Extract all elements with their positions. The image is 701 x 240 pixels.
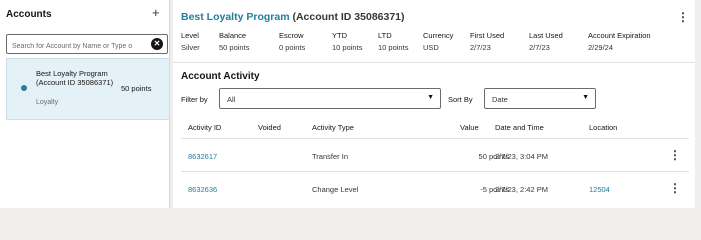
sort-by-value: Date — [492, 95, 508, 104]
activity-id-link[interactable]: 8632636 — [188, 185, 217, 194]
table-row: 8632617 Transfer In 50 points 2/7/23, 3:… — [181, 138, 689, 171]
column-header-location[interactable]: Location — [589, 123, 617, 132]
summary-label-ytd: YTD — [332, 31, 347, 40]
summary-label-currency: Currency — [423, 31, 454, 40]
filter-by-value: All — [227, 95, 236, 104]
kebab-menu-icon[interactable]: ⋮ — [677, 11, 689, 23]
summary-value-last-used: 2/7/23 — [529, 43, 550, 52]
date-time-cell: 2/7/23, 2:42 PM — [495, 185, 548, 194]
table-row: 8632636 Change Level -5 points 2/7/23, 2… — [181, 171, 689, 204]
account-search-input[interactable] — [7, 37, 145, 56]
plus-icon: + — [152, 5, 160, 20]
row-kebab-menu-icon[interactable]: ⋮ — [669, 182, 681, 194]
summary-value-ytd: 10 points — [332, 43, 363, 52]
account-item-type: Loyalty — [36, 99, 59, 106]
sort-by-select[interactable]: Date ▼ — [484, 88, 596, 109]
summary-value-level: Silver — [181, 43, 200, 52]
account-detail-title: Best Loyalty Program (Account ID 3508637… — [181, 11, 405, 23]
column-header-value[interactable]: Value — [460, 123, 479, 132]
account-activity-title: Account Activity — [181, 71, 260, 82]
add-account-button[interactable]: + — [152, 6, 160, 20]
chevron-down-icon: ▼ — [427, 94, 434, 101]
summary-label-first-used: First Used — [470, 31, 505, 40]
activity-type-cell: Change Level — [312, 185, 359, 194]
selected-indicator-dot — [21, 85, 27, 91]
row-kebab-menu-icon[interactable]: ⋮ — [669, 149, 681, 161]
summary-value-escrow: 0 points — [279, 43, 306, 52]
account-item-points: 50 points — [121, 84, 152, 93]
accounts-title: Accounts — [6, 9, 52, 20]
column-header-activity-type[interactable]: Activity Type — [312, 123, 354, 132]
summary-value-ltd: 10 points — [378, 43, 409, 52]
column-header-voided[interactable]: Voided — [258, 123, 281, 132]
activity-type-cell: Transfer In — [312, 152, 348, 161]
summary-value-first-used: 2/7/23 — [470, 43, 491, 52]
chevron-down-icon: ▼ — [582, 94, 589, 101]
activity-id-link[interactable]: 8632617 — [188, 152, 217, 161]
summary-label-balance: Balance — [219, 31, 247, 40]
location-link[interactable]: 12504 — [589, 185, 610, 194]
column-header-date-and-time[interactable]: Date and Time — [495, 123, 544, 132]
summary-label-last-used: Last Used — [529, 31, 563, 40]
summary-value-account-expiration: 2/29/24 — [588, 43, 614, 52]
account-item-name: Best Loyalty Program (Account ID 3508637… — [36, 69, 114, 87]
accounts-panel: Accounts + ✕ Best Loyalty Program (Accou… — [0, 0, 170, 208]
summary-value-balance: 50 points — [219, 43, 250, 52]
close-circle-icon[interactable]: ✕ — [151, 38, 163, 50]
summary-value-currency: USD — [423, 43, 439, 52]
filter-by-select[interactable]: All ▼ — [219, 88, 441, 109]
summary-label-escrow: Escrow — [279, 31, 304, 40]
summary-label-ltd: LTD — [378, 31, 392, 40]
account-search-field[interactable]: ✕ — [6, 34, 168, 56]
summary-label-level: Level — [181, 31, 199, 40]
account-id-label: (Account ID 35086371) — [292, 11, 405, 23]
filter-by-label: Filter by — [181, 95, 208, 104]
program-name: Best Loyalty Program — [181, 11, 290, 23]
column-header-activity-id[interactable]: Activity ID — [188, 123, 221, 132]
account-detail-panel: Best Loyalty Program (Account ID 3508637… — [173, 0, 695, 208]
section-divider — [173, 62, 695, 63]
summary-label-account-expiration: Account Expiration — [588, 31, 651, 40]
sort-by-label: Sort By — [448, 95, 473, 104]
account-list-item[interactable]: Best Loyalty Program (Account ID 3508637… — [6, 58, 170, 120]
date-time-cell: 2/7/23, 3:04 PM — [495, 152, 548, 161]
